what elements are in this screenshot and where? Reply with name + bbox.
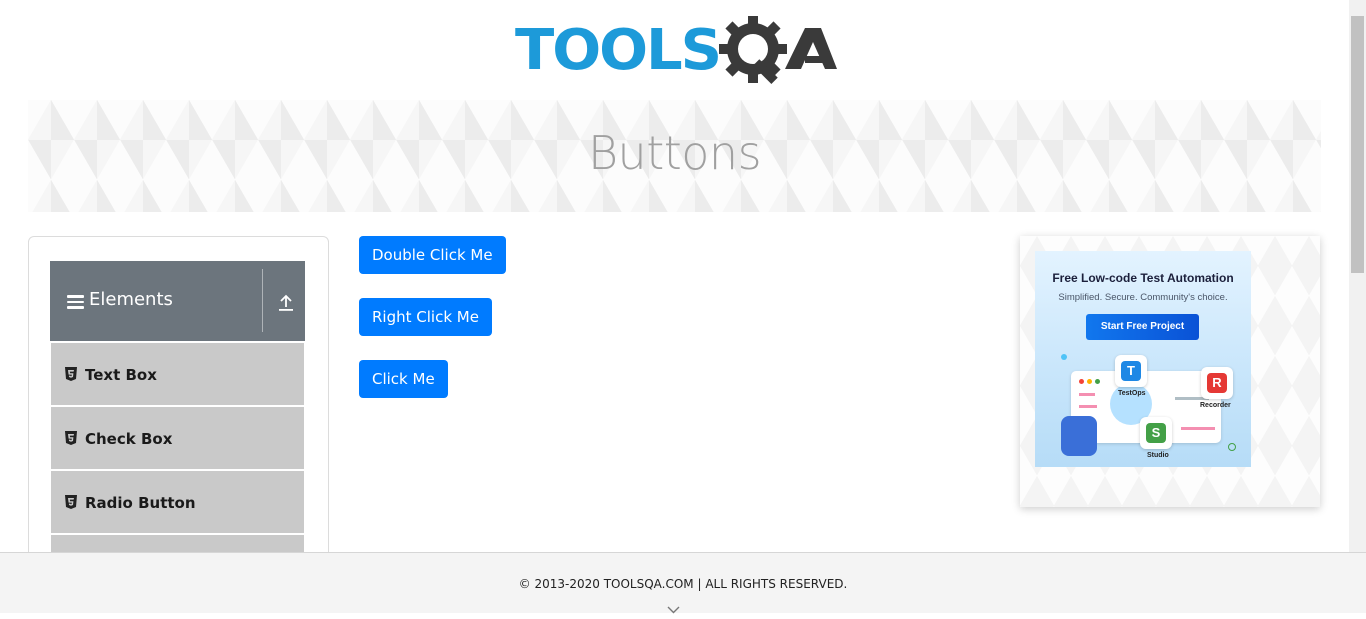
start-free-project-button[interactable]: Start Free Project (1086, 314, 1199, 340)
page-banner: Buttons (28, 100, 1321, 212)
scrollbar-thumb[interactable] (1351, 16, 1364, 273)
page-title: Buttons (587, 126, 762, 180)
ad-headline: Free Low-code Test Automation (1052, 271, 1234, 285)
ad-creative[interactable]: Free Low-code Test Automation Simplified… (1035, 251, 1251, 467)
recorder-label: Recorder (1200, 402, 1231, 409)
menu-icon (67, 295, 84, 309)
testops-label: TestOps (1118, 390, 1146, 397)
html5-icon (65, 495, 77, 509)
ad-robot-arm (1061, 416, 1097, 456)
sidebar-panel: Elements Text Box Check Box Radio Button (28, 236, 329, 578)
click-me-button[interactable]: Click Me (359, 360, 448, 398)
elements-group-header[interactable]: Elements (50, 261, 305, 341)
testops-tile: T (1115, 355, 1147, 387)
sidebar-item-radio-button[interactable]: Radio Button (51, 471, 304, 533)
html5-icon (65, 367, 77, 381)
html5-icon (65, 431, 77, 445)
studio-tile: S (1140, 417, 1172, 449)
recorder-icon: R (1207, 373, 1227, 393)
toolsqa-logo[interactable]: TOOLS (515, 16, 840, 92)
page-footer: © 2013-2020 TOOLSQA.COM | ALL RIGHTS RES… (0, 552, 1366, 614)
page-scrollbar[interactable] (1349, 0, 1366, 552)
testops-icon: T (1121, 361, 1141, 381)
ad-banner[interactable]: Free Low-code Test Automation Simplified… (1020, 236, 1320, 507)
right-click-button[interactable]: Right Click Me (359, 298, 492, 336)
studio-icon: S (1146, 423, 1166, 443)
sidebar-item-label: Text Box (85, 366, 157, 384)
sidebar-item-label: Check Box (85, 430, 173, 448)
svg-text:TOOLS: TOOLS (515, 18, 720, 83)
ad-dot (1061, 354, 1067, 360)
header-divider (262, 269, 263, 332)
studio-label: Studio (1147, 452, 1169, 459)
upload-icon[interactable] (278, 294, 294, 312)
double-click-button[interactable]: Double Click Me (359, 236, 506, 274)
sidebar-item-check-box[interactable]: Check Box (51, 407, 304, 469)
ad-subline: Simplified. Secure. Community's choice. (1058, 292, 1228, 303)
recorder-tile: R (1201, 367, 1233, 399)
ad-dot (1228, 443, 1236, 451)
sidebar-item-text-box[interactable]: Text Box (51, 343, 304, 405)
sidebar-item-label: Radio Button (85, 494, 196, 512)
group-title: Elements (89, 289, 173, 310)
footer-copyright: © 2013-2020 TOOLSQA.COM | ALL RIGHTS RES… (518, 577, 848, 591)
chevron-down-icon[interactable] (667, 601, 680, 614)
